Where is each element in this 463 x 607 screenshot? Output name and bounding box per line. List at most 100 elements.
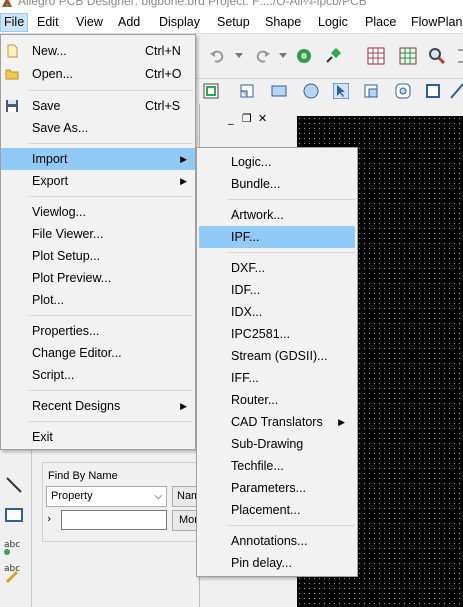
menu-item-exit[interactable]: Exit xyxy=(1,426,195,448)
svg-text:abc: abc xyxy=(4,564,20,574)
menu-item-plot[interactable]: Plot... xyxy=(1,289,195,311)
submenu-arrow-icon: ▶ xyxy=(180,176,187,186)
submenu-arrow-icon: ▶ xyxy=(180,401,187,411)
redo-icon[interactable] xyxy=(253,46,273,66)
menu-item-export[interactable]: Export ▶ xyxy=(1,170,195,192)
menu-item-save[interactable]: Save Ctrl+S xyxy=(1,95,195,117)
menu-add[interactable]: Add xyxy=(118,13,140,32)
shape-round-icon[interactable] xyxy=(393,81,413,101)
submenu-item-iff[interactable]: IFF... xyxy=(197,367,357,389)
submenu-item-bundle[interactable]: Bundle... xyxy=(197,173,357,195)
menu-bar: File Edit View Add Display Setup Shape L… xyxy=(0,9,463,34)
submenu-item-cad-translators[interactable]: CAD Translators ▶ xyxy=(197,411,357,433)
menu-item-properties[interactable]: Properties... xyxy=(1,320,195,342)
panel-close-icon[interactable]: ✕ xyxy=(258,112,267,125)
title-bar: Allegro PCB Designer: bigbone.brd Projec… xyxy=(0,0,463,9)
shape-rect-icon[interactable] xyxy=(269,81,289,101)
panel-restore-icon[interactable]: ❐ xyxy=(242,112,252,125)
undo-dropdown-icon[interactable] xyxy=(229,46,249,66)
submenu-item-placement[interactable]: Placement... xyxy=(197,499,357,521)
select-arrow-icon[interactable] xyxy=(331,81,351,101)
menu-separator xyxy=(29,421,193,422)
menu-flowplan[interactable]: FlowPlan xyxy=(411,13,462,32)
menu-separator xyxy=(227,525,355,526)
submenu-item-stream-gdsii[interactable]: Stream (GDSII)... xyxy=(197,345,357,367)
layers-icon[interactable] xyxy=(398,46,418,66)
submenu-item-idf[interactable]: IDF... xyxy=(197,279,357,301)
submenu-item-idx[interactable]: IDX... xyxy=(197,301,357,323)
menu-separator xyxy=(227,199,355,200)
menu-setup[interactable]: Setup xyxy=(217,13,250,32)
window-title: Allegro PCB Designer: bigbone.brd Projec… xyxy=(18,0,367,8)
submenu-item-logic[interactable]: Logic... xyxy=(197,151,357,173)
new-file-icon xyxy=(7,44,18,58)
rect-tool-icon[interactable] xyxy=(3,504,25,526)
submenu-item-parameters[interactable]: Parameters... xyxy=(197,477,357,499)
menu-item-import[interactable]: Import ▶ xyxy=(1,148,195,170)
menu-separator xyxy=(29,315,193,316)
chevron-down-icon: ⌵ xyxy=(154,491,162,502)
submenu-item-techfile[interactable]: Techfile... xyxy=(197,455,357,477)
submenu-item-pin-delay[interactable]: Pin delay... xyxy=(197,552,357,574)
submenu-item-artwork[interactable]: Artwork... xyxy=(197,204,357,226)
menu-item-viewlog[interactable]: Viewlog... xyxy=(1,201,195,223)
toolbar-more-icon[interactable] xyxy=(453,46,463,66)
svg-text:abc: abc xyxy=(4,540,20,550)
edit-text-icon[interactable]: abc xyxy=(3,562,25,584)
redo-dropdown-icon[interactable] xyxy=(273,46,293,66)
place-green-icon[interactable] xyxy=(201,81,221,101)
menu-item-plot-setup[interactable]: Plot Setup... xyxy=(1,245,195,267)
expand-arrow-icon[interactable]: › xyxy=(47,512,51,525)
menu-place[interactable]: Place xyxy=(365,13,396,32)
zoom-icon[interactable] xyxy=(427,46,447,66)
grid-icon[interactable] xyxy=(366,46,386,66)
submenu-item-router[interactable]: Router... xyxy=(197,389,357,411)
undo-icon[interactable] xyxy=(207,46,227,66)
menu-view[interactable]: View xyxy=(76,13,103,32)
save-disk-icon xyxy=(6,100,18,112)
menu-separator xyxy=(29,143,193,144)
find-by-name-label: Find By Name xyxy=(48,470,118,482)
menu-display[interactable]: Display xyxy=(159,13,200,32)
menu-item-save-as[interactable]: Save As... xyxy=(1,117,195,139)
menu-separator xyxy=(29,90,193,91)
submenu-item-sub-drawing[interactable]: Sub-Drawing xyxy=(197,433,357,455)
pin-icon[interactable] xyxy=(323,46,343,66)
menu-item-file-viewer[interactable]: File Viewer... xyxy=(1,223,195,245)
menu-item-recent-designs[interactable]: Recent Designs ▶ xyxy=(1,395,195,417)
menu-shape[interactable]: Shape xyxy=(265,13,301,32)
shape-diagonal-icon[interactable] xyxy=(447,81,463,101)
submenu-item-ipf[interactable]: IPF... xyxy=(199,226,355,248)
line-tool-icon[interactable] xyxy=(3,474,25,496)
add-text-icon[interactable]: abc xyxy=(3,534,25,556)
shape-notch-icon[interactable] xyxy=(361,81,381,101)
menu-logic[interactable]: Logic xyxy=(318,13,348,32)
submenu-item-annotations[interactable]: Annotations... xyxy=(197,530,357,552)
file-menu: New... Ctrl+N Open... Ctrl+O Save Ctrl+S… xyxy=(0,34,196,450)
menu-item-plot-preview[interactable]: Plot Preview... xyxy=(1,267,195,289)
shape-corner-icon[interactable] xyxy=(237,81,257,101)
menu-item-change-editor[interactable]: Change Editor... xyxy=(1,342,195,364)
shape-circle-icon[interactable] xyxy=(301,81,321,101)
menu-item-open[interactable]: Open... Ctrl+O xyxy=(1,63,195,85)
menu-separator xyxy=(29,196,193,197)
open-folder-icon xyxy=(5,69,19,80)
menu-file[interactable]: File xyxy=(0,13,29,32)
menu-separator xyxy=(227,252,355,253)
find-type-value: Property xyxy=(51,490,93,502)
menu-separator xyxy=(29,390,193,391)
import-submenu: Logic... Bundle... Artwork... IPF... DXF… xyxy=(196,147,358,577)
find-type-select[interactable]: Property ⌵ xyxy=(46,486,167,507)
shape-toolbar xyxy=(195,78,463,104)
panel-minimize-icon[interactable]: _ xyxy=(228,112,234,125)
submenu-item-ipc2581[interactable]: IPC2581... xyxy=(197,323,357,345)
submenu-item-dxf[interactable]: DXF... xyxy=(197,257,357,279)
shape-square-icon[interactable] xyxy=(423,81,443,101)
ratsnest-icon[interactable] xyxy=(294,46,314,66)
submenu-arrow-icon: ▶ xyxy=(180,154,187,164)
menu-edit[interactable]: Edit xyxy=(37,13,59,32)
menu-item-new[interactable]: New... Ctrl+N xyxy=(1,40,195,62)
main-toolbar xyxy=(195,34,463,78)
find-value-input[interactable] xyxy=(61,510,167,530)
menu-item-script[interactable]: Script... xyxy=(1,364,195,386)
